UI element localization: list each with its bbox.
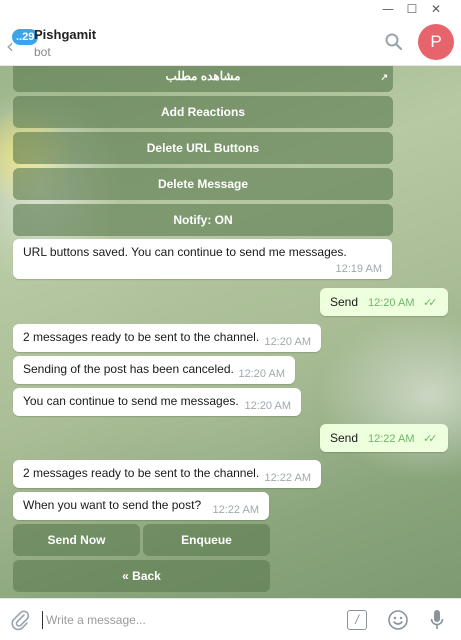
message-time: 12:19 AM (335, 263, 382, 275)
message-composer: / (0, 598, 461, 640)
message-time: 12:22 AM (212, 504, 259, 516)
chat-area[interactable]: مشاهده مطلب ↗ Add Reactions Delete URL B… (0, 66, 461, 598)
inline-button-send-now[interactable]: Send Now (13, 524, 140, 556)
message-text: URL buttons saved. You can continue to s… (23, 245, 347, 259)
double-check-icon: ✓✓ (423, 432, 438, 445)
message-text: 2 messages ready to be sent to the chann… (23, 466, 260, 480)
inline-button-add-reactions[interactable]: Add Reactions (13, 96, 393, 128)
search-icon[interactable] (384, 32, 404, 52)
message-text: Send (330, 295, 359, 309)
back-button[interactable]: ‹ ..29 (6, 24, 39, 60)
chat-subtitle: bot (34, 45, 51, 59)
message-time: 12:22 AM (368, 433, 415, 445)
message-time: 12:20 AM (244, 400, 291, 412)
microphone-icon[interactable] (429, 608, 445, 637)
chat-header: ‹ ..29 Pishgamit bot P (0, 18, 461, 66)
message-incoming: You can continue to send me messages. 12… (13, 388, 301, 416)
message-text: 2 messages ready to be sent to the chann… (23, 330, 260, 344)
inline-button-delete-message[interactable]: Delete Message (13, 168, 393, 200)
close-button[interactable]: ✕ (428, 1, 444, 17)
message-outgoing: Send 12:22 AM ✓✓ (320, 424, 448, 452)
message-text: When you want to send the post? (23, 498, 202, 512)
message-outgoing: Send 12:20 AM ✓✓ (320, 288, 448, 316)
message-text: Send (330, 431, 359, 445)
message-text: Sending of the post has been canceled. (23, 362, 234, 376)
message-incoming: 2 messages ready to be sent to the chann… (13, 324, 321, 352)
minimize-button[interactable]: — (380, 1, 396, 17)
inline-button-enqueue[interactable]: Enqueue (143, 524, 270, 556)
commands-icon[interactable]: / (347, 610, 367, 630)
unread-count: 29 (22, 31, 35, 43)
maximize-button[interactable]: ☐ (404, 1, 420, 17)
message-text: You can continue to send me messages. (23, 394, 239, 408)
inline-button-view-post[interactable]: مشاهده مطلب ↗ (13, 66, 393, 92)
attach-icon[interactable] (10, 609, 30, 636)
inline-button-delete-url-buttons[interactable]: Delete URL Buttons (13, 132, 393, 164)
external-link-icon: ↗ (380, 72, 388, 82)
chat-title[interactable]: Pishgamit (34, 27, 96, 42)
inline-button-label: مشاهده مطلب (165, 69, 241, 83)
inline-button-back[interactable]: « Back (13, 560, 270, 592)
message-incoming: URL buttons saved. You can continue to s… (13, 239, 392, 279)
message-incoming: Sending of the post has been canceled. 1… (13, 356, 295, 384)
message-time: 12:20 AM (264, 336, 311, 348)
message-input[interactable] (42, 611, 332, 629)
double-check-icon: ✓✓ (423, 296, 438, 309)
avatar[interactable]: P (418, 24, 454, 60)
message-incoming: 2 messages ready to be sent to the chann… (13, 460, 321, 488)
window-titlebar: — ☐ ✕ (0, 0, 461, 18)
emoji-icon[interactable] (387, 609, 409, 636)
message-time: 12:22 AM (264, 472, 311, 484)
inline-button-notify[interactable]: Notify: ON (13, 204, 393, 236)
message-time: 12:20 AM (238, 368, 285, 380)
message-incoming: When you want to send the post? 12:22 AM (13, 492, 269, 520)
message-time: 12:20 AM (368, 297, 415, 309)
